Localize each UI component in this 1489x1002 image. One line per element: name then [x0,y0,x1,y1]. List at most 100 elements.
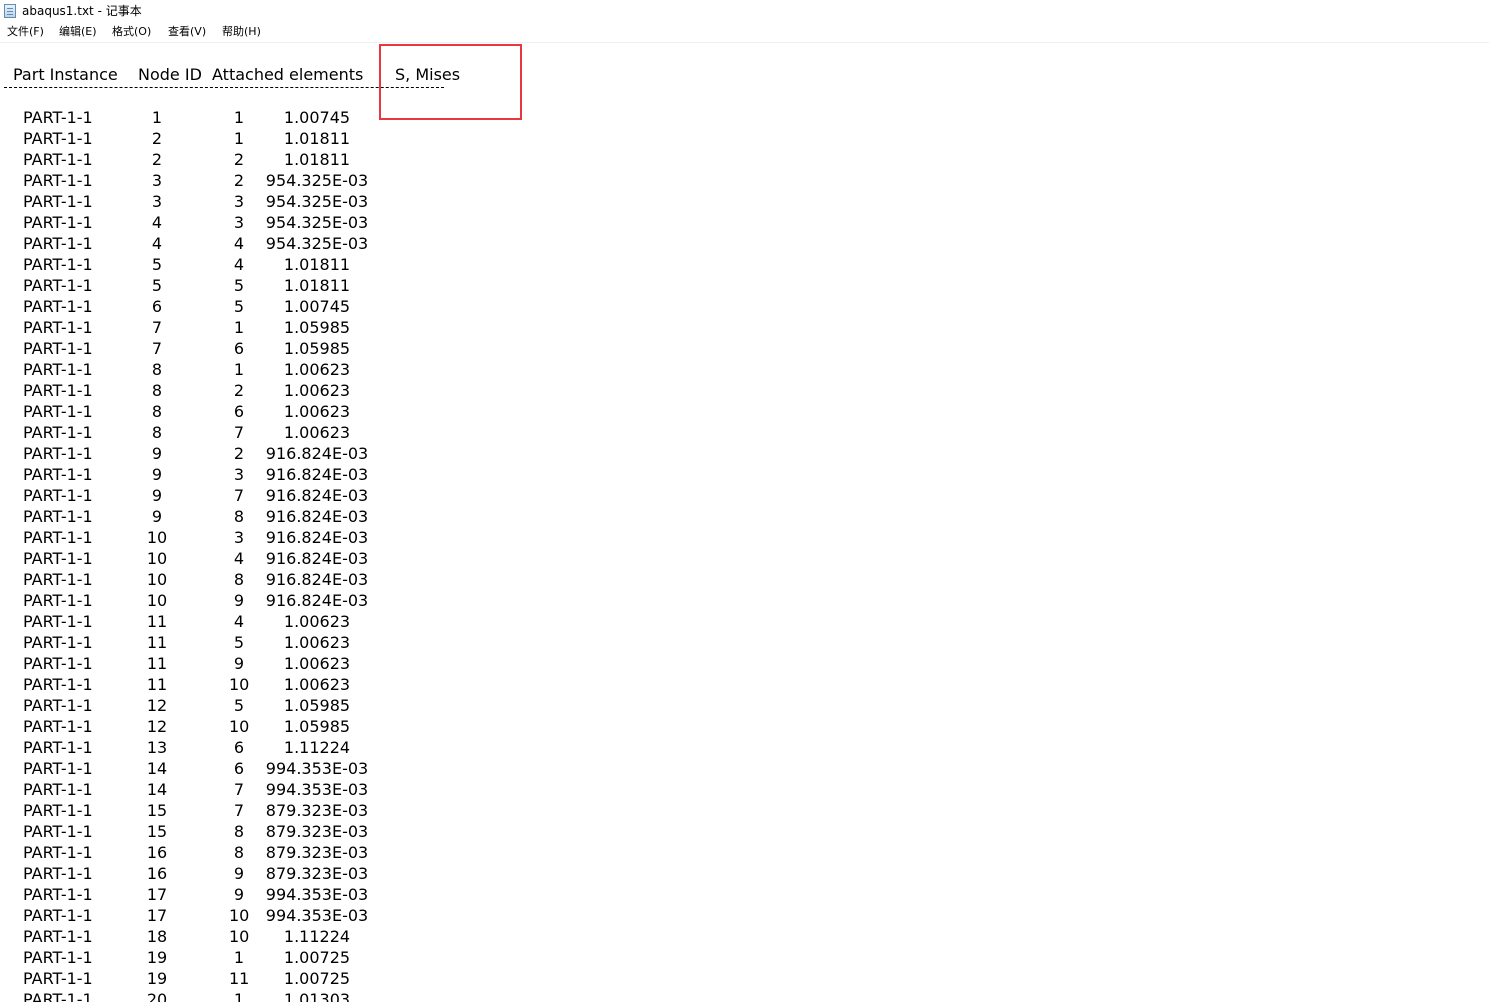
part-instance-cell: PART-1-1 [23,549,93,568]
attached-element-cell: 7 [233,780,245,799]
menu-edit[interactable]: 编辑(E) [59,25,97,39]
table-row: PART-1-1 1 1 1.00745 [0,107,600,128]
part-instance-cell: PART-1-1 [23,948,93,967]
node-id-cell: 10 [146,570,168,589]
s-mises-cell: 916.824E-03 [265,507,369,526]
node-id-cell: 12 [146,696,168,715]
part-instance-cell: PART-1-1 [23,927,93,946]
s-mises-cell: 1.00623 [283,423,351,442]
attached-element-cell: 2 [233,171,245,190]
s-mises-cell: 1.01811 [283,150,351,169]
table-row: PART-1-1 9 2 916.824E-03 [0,443,600,464]
attached-element-cell: 10 [229,717,250,736]
part-instance-cell: PART-1-1 [23,255,93,274]
node-id-cell: 6 [151,297,163,316]
table-row: PART-1-1 19 1 1.00725 [0,947,600,968]
s-mises-cell: 1.00725 [283,969,351,988]
part-instance-cell: PART-1-1 [23,696,93,715]
part-instance-cell: PART-1-1 [23,969,93,988]
attached-element-cell: 8 [233,822,245,841]
part-instance-cell: PART-1-1 [23,171,93,190]
window-title: abaqus1.txt - 记事本 [22,4,142,18]
part-instance-cell: PART-1-1 [23,465,93,484]
table-row: PART-1-1 11 10 1.00623 [0,674,600,695]
node-id-cell: 10 [146,591,168,610]
attached-element-cell: 8 [233,570,245,589]
table-row: PART-1-1 14 6 994.353E-03 [0,758,600,779]
s-mises-cell: 879.323E-03 [265,843,369,862]
part-instance-cell: PART-1-1 [23,612,93,631]
s-mises-cell: 954.325E-03 [265,171,369,190]
s-mises-cell: 954.325E-03 [265,213,369,232]
s-mises-cell: 916.824E-03 [265,465,369,484]
s-mises-cell: 879.323E-03 [265,822,369,841]
table-row: PART-1-1 17 9 994.353E-03 [0,884,600,905]
part-instance-cell: PART-1-1 [23,822,93,841]
attached-element-cell: 5 [233,276,245,295]
node-id-cell: 3 [151,192,163,211]
node-id-cell: 1 [151,108,163,127]
node-id-cell: 17 [146,906,168,925]
s-mises-cell: 1.05985 [283,696,351,715]
menu-file[interactable]: 文件(F) [7,25,44,39]
table-row: PART-1-1 10 9 916.824E-03 [0,590,600,611]
node-id-cell: 14 [146,780,168,799]
node-id-cell: 8 [151,381,163,400]
menu-help[interactable]: 帮助(H) [222,25,261,39]
node-id-cell: 16 [146,864,168,883]
node-id-cell: 11 [146,612,168,631]
part-instance-cell: PART-1-1 [23,780,93,799]
attached-element-cell: 4 [233,612,245,631]
s-mises-cell: 994.353E-03 [265,885,369,904]
table-row: PART-1-1 20 1 1.01303 [0,989,600,1002]
part-instance-cell: PART-1-1 [23,297,93,316]
table-row: PART-1-1 17 10 994.353E-03 [0,905,600,926]
attached-element-cell: 6 [233,738,245,757]
part-instance-cell: PART-1-1 [23,213,93,232]
table-row: PART-1-1 14 7 994.353E-03 [0,779,600,800]
s-mises-cell: 1.01811 [283,255,351,274]
node-id-cell: 2 [151,150,163,169]
attached-element-cell: 1 [233,108,245,127]
s-mises-cell: 994.353E-03 [265,780,369,799]
header-attached-elements: Attached elements [212,65,364,84]
s-mises-cell: 916.824E-03 [265,570,369,589]
node-id-cell: 9 [151,507,163,526]
part-instance-cell: PART-1-1 [23,885,93,904]
node-id-cell: 19 [146,969,168,988]
header-part-instance: Part Instance [13,65,118,84]
table-row: PART-1-1 9 3 916.824E-03 [0,464,600,485]
menu-format[interactable]: 格式(O) [112,25,151,39]
notepad-icon [4,4,16,18]
attached-element-cell: 6 [233,759,245,778]
s-mises-cell: 916.824E-03 [265,486,369,505]
node-id-cell: 14 [146,759,168,778]
part-instance-cell: PART-1-1 [23,507,93,526]
part-instance-cell: PART-1-1 [23,402,93,421]
text-editor-area[interactable]: Part Instance Node ID Attached elements … [0,43,1489,1002]
table-row: PART-1-1 2 2 1.01811 [0,149,600,170]
node-id-cell: 15 [146,801,168,820]
part-instance-cell: PART-1-1 [23,906,93,925]
s-mises-cell: 1.00725 [283,948,351,967]
attached-element-cell: 6 [233,339,245,358]
part-instance-cell: PART-1-1 [23,444,93,463]
table-row: PART-1-1 19 11 1.00725 [0,968,600,989]
attached-element-cell: 4 [233,255,245,274]
attached-element-cell: 5 [233,297,245,316]
s-mises-cell: 916.824E-03 [265,528,369,547]
part-instance-cell: PART-1-1 [23,570,93,589]
s-mises-cell: 916.824E-03 [265,444,369,463]
table-row: PART-1-1 6 5 1.00745 [0,296,600,317]
menu-view[interactable]: 查看(V) [168,25,206,39]
part-instance-cell: PART-1-1 [23,360,93,379]
node-id-cell: 15 [146,822,168,841]
node-id-cell: 7 [151,318,163,337]
node-id-cell: 17 [146,885,168,904]
part-instance-cell: PART-1-1 [23,864,93,883]
table-row: PART-1-1 5 5 1.01811 [0,275,600,296]
part-instance-cell: PART-1-1 [23,528,93,547]
node-id-cell: 10 [146,528,168,547]
s-mises-cell: 1.00745 [283,108,351,127]
attached-element-cell: 11 [229,969,250,988]
